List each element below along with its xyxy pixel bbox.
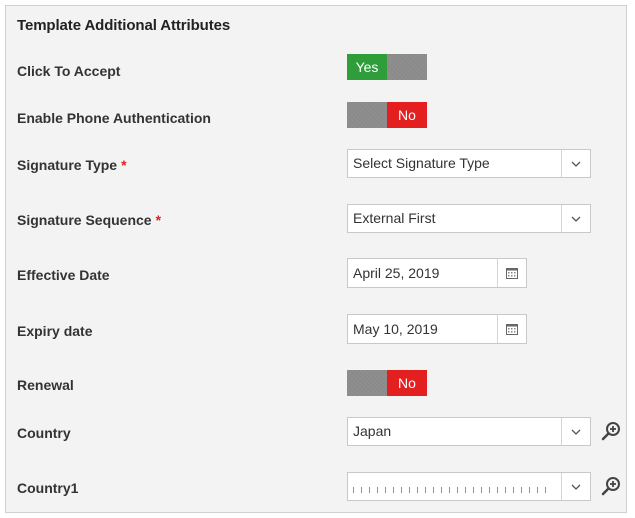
- expiry-date-label-text: Expiry date: [17, 323, 93, 339]
- chevron-down-icon: [571, 429, 581, 435]
- effective-date-label: Effective Date: [17, 267, 110, 283]
- click-to-accept-label: Click To Accept: [17, 63, 120, 79]
- click-to-accept-label-text: Click To Accept: [17, 63, 121, 79]
- signature-type-label: Signature Type *: [17, 157, 127, 173]
- toggle-knob: [347, 370, 387, 396]
- required-marker: *: [155, 212, 162, 228]
- country1-label-text: Country1: [17, 480, 79, 496]
- attributes-panel: Template Additional Attributes Click To …: [5, 5, 627, 513]
- chevron-down-icon: [571, 161, 581, 167]
- effective-date-input[interactable]: April 25, 2019: [347, 258, 527, 288]
- click-to-accept-toggle[interactable]: Yes: [347, 54, 427, 80]
- chevron-down-icon: [571, 484, 581, 490]
- toggle-off-label: No: [387, 370, 427, 396]
- effective-date-picker-button[interactable]: [497, 259, 526, 287]
- toggle-knob: [347, 102, 387, 128]
- search-plus-icon: [601, 477, 620, 496]
- renewal-label: Renewal: [17, 377, 74, 393]
- toggle-knob: [387, 54, 427, 80]
- toggle-off-label: No: [387, 102, 427, 128]
- signature-sequence-label: Signature Sequence *: [17, 212, 161, 228]
- country1-label: Country1: [17, 480, 78, 496]
- expiry-date-value: May 10, 2019: [353, 321, 438, 337]
- country-label: Country: [17, 425, 71, 441]
- chevron-down-icon: [571, 216, 581, 222]
- signature-sequence-dropdown-button[interactable]: [561, 205, 590, 232]
- effective-date-value: April 25, 2019: [353, 265, 440, 281]
- country-lookup-button[interactable]: [600, 419, 624, 443]
- phone-auth-label: Enable Phone Authentication: [17, 110, 211, 126]
- phone-auth-label-text: Enable Phone Authentication: [17, 110, 211, 126]
- renewal-toggle[interactable]: No: [347, 370, 427, 396]
- signature-type-dropdown-button[interactable]: [561, 150, 590, 177]
- country1-dropdown-button[interactable]: [561, 473, 590, 500]
- calendar-icon: [506, 268, 518, 279]
- toggle-on-label: Yes: [347, 54, 387, 80]
- search-plus-icon: [601, 422, 620, 441]
- expiry-date-label: Expiry date: [17, 323, 92, 339]
- country1-select[interactable]: [347, 472, 591, 501]
- signature-type-value: Select Signature Type: [353, 155, 490, 171]
- country-label-text: Country: [17, 425, 71, 441]
- expiry-date-picker-button[interactable]: [497, 315, 526, 343]
- country-select[interactable]: Japan: [347, 417, 591, 446]
- signature-type-select[interactable]: Select Signature Type: [347, 149, 591, 178]
- effective-date-label-text: Effective Date: [17, 267, 110, 283]
- country-dropdown-button[interactable]: [561, 418, 590, 445]
- country1-lookup-button[interactable]: [600, 474, 624, 498]
- signature-sequence-value: External First: [353, 210, 436, 226]
- expiry-date-input[interactable]: May 10, 2019: [347, 314, 527, 344]
- country-value: Japan: [353, 423, 392, 439]
- phone-auth-toggle[interactable]: No: [347, 102, 427, 128]
- signature-type-label-text: Signature Type: [17, 157, 118, 173]
- panel-title: Template Additional Attributes: [17, 17, 231, 34]
- signature-sequence-label-text: Signature Sequence: [17, 212, 152, 228]
- required-marker: *: [121, 157, 127, 173]
- renewal-label-text: Renewal: [17, 377, 74, 393]
- loading-placeholder: [353, 487, 553, 493]
- signature-sequence-select[interactable]: External First: [347, 204, 591, 233]
- calendar-icon: [506, 324, 518, 335]
